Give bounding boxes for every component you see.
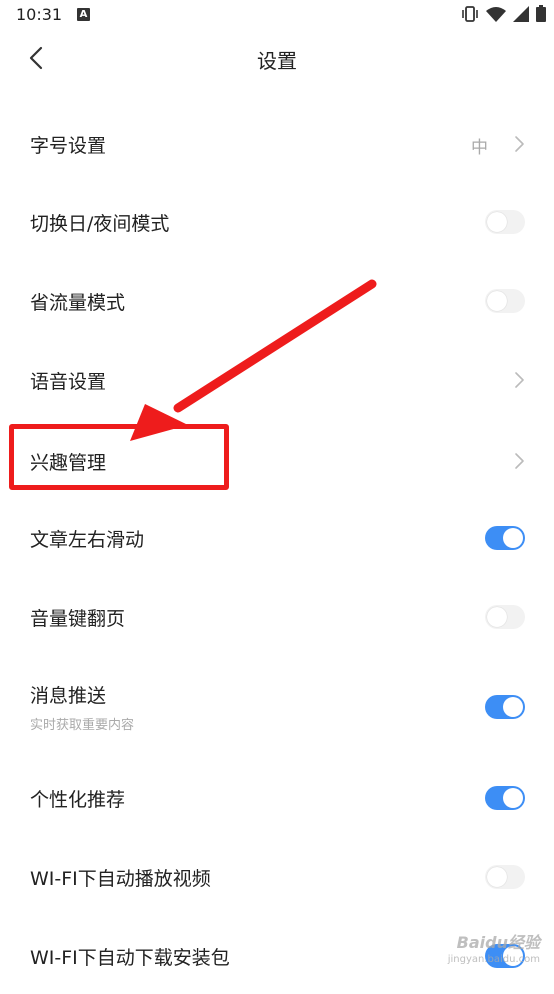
setting-voice[interactable]: 语音设置 <box>0 340 554 418</box>
setting-label: 音量键翻页 <box>30 608 126 630</box>
setting-font-size[interactable]: 字号设置 中 <box>0 104 554 182</box>
chevron-right-icon <box>515 372 524 388</box>
setting-value: 中 <box>471 138 488 158</box>
status-time: 10:31 <box>16 5 63 24</box>
page-title: 设置 <box>257 49 297 73</box>
setting-label: 省流量模式 <box>30 292 126 314</box>
toggle-knob <box>503 528 523 548</box>
setting-label: WI-FI下自动播放视频 <box>30 868 211 890</box>
battery-icon <box>536 5 546 22</box>
day-night-toggle[interactable] <box>485 210 525 234</box>
setting-volume-key-page[interactable]: 音量键翻页 <box>0 577 554 655</box>
setting-label: 文章左右滑动 <box>30 529 145 551</box>
chevron-right-icon <box>515 453 524 469</box>
toggle-knob <box>487 212 507 232</box>
toggle-knob <box>503 697 523 717</box>
toggle-knob <box>503 788 523 808</box>
setting-sublabel: 实时获取重要内容 <box>30 718 135 733</box>
baidu-watermark: Baidu经验 jingyan.baidu.com <box>448 934 540 968</box>
data-saver-toggle[interactable] <box>485 289 525 313</box>
annotation-highlight-box <box>9 424 229 490</box>
wifi-icon <box>486 6 506 22</box>
header-bar: 设置 <box>0 30 554 86</box>
setting-push-notifications[interactable]: 消息推送 实时获取重要内容 <box>0 656 554 754</box>
signal-icon <box>513 5 529 22</box>
setting-day-night-mode[interactable]: 切换日/夜间模式 <box>0 182 554 260</box>
toggle-knob <box>487 291 507 311</box>
app-notification-icon: A <box>77 8 90 21</box>
volume-key-toggle[interactable] <box>485 605 525 629</box>
personalized-toggle[interactable] <box>485 786 525 810</box>
chevron-right-icon <box>515 136 524 152</box>
setting-label: 语音设置 <box>30 371 107 393</box>
status-icons <box>461 5 546 22</box>
toggle-knob <box>487 607 507 627</box>
toggle-knob <box>487 867 507 887</box>
setting-label: 个性化推荐 <box>30 789 126 811</box>
vibrate-icon <box>462 5 478 22</box>
setting-personalized-recommendations[interactable]: 个性化推荐 <box>0 758 554 836</box>
setting-label: 消息推送 <box>30 685 107 707</box>
wifi-autoplay-toggle[interactable] <box>485 865 525 889</box>
setting-article-swipe[interactable]: 文章左右滑动 <box>0 498 554 576</box>
push-notifications-toggle[interactable] <box>485 695 525 719</box>
setting-data-saver[interactable]: 省流量模式 <box>0 261 554 339</box>
setting-label: 字号设置 <box>30 135 107 157</box>
watermark-brand: Baidu经验 <box>456 933 540 952</box>
setting-label: 切换日/夜间模式 <box>30 213 170 235</box>
setting-wifi-autoplay-video[interactable]: WI-FI下自动播放视频 <box>0 837 554 915</box>
setting-label: WI-FI下自动下载安装包 <box>30 947 230 969</box>
watermark-url: jingyan.baidu.com <box>447 954 540 965</box>
article-swipe-toggle[interactable] <box>485 526 525 550</box>
status-bar: 10:31 A <box>0 0 554 30</box>
